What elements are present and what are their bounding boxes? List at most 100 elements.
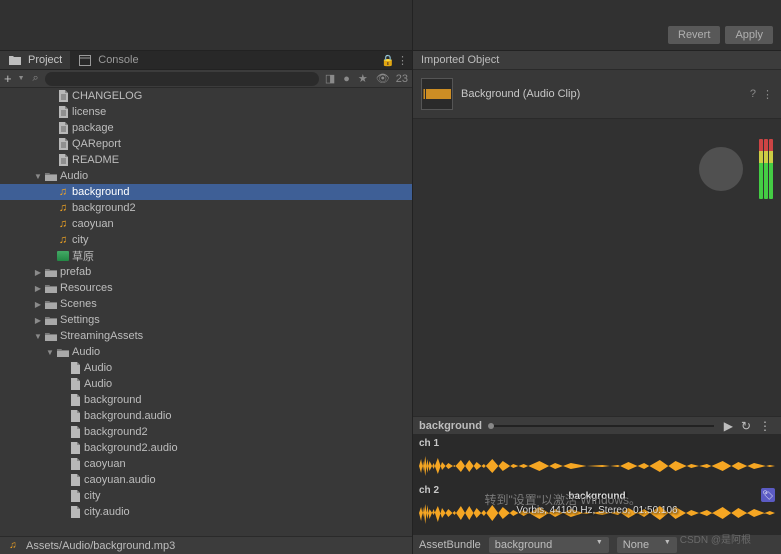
assetbundle-dropdown[interactable]: background▼ <box>489 537 609 553</box>
waveform-ch1[interactable] <box>419 451 775 481</box>
empty-panel <box>0 0 412 51</box>
path-text: Assets/Audio/background.mp3 <box>26 540 175 552</box>
revert-button[interactable]: Revert <box>668 26 720 44</box>
file-icon <box>68 425 82 439</box>
assetbundle-label: AssetBundle <box>419 539 481 551</box>
tree-item-background[interactable]: ♫background <box>0 184 412 200</box>
tree-item-qareport[interactable]: QAReport <box>0 136 412 152</box>
tree-item-label: QAReport <box>72 138 121 150</box>
tree-item-caoyuan[interactable]: ♫caoyuan <box>0 216 412 232</box>
tree-item-audio[interactable]: Audio <box>0 376 412 392</box>
audio-icon: ♫ <box>56 217 70 231</box>
expand-arrow-icon[interactable]: ▼ <box>32 172 44 181</box>
expand-arrow-icon[interactable]: ▼ <box>44 348 56 357</box>
doc-icon <box>56 105 70 119</box>
tree-item-caoyuan-audio[interactable]: caoyuan.audio <box>0 472 412 488</box>
add-dropdown-icon[interactable]: ▼ <box>16 75 27 82</box>
doc-icon <box>56 137 70 151</box>
tree-item-label: Scenes <box>60 298 97 310</box>
object-thumbnail <box>421 78 453 110</box>
tree-item-city-audio[interactable]: city.audio <box>0 504 412 520</box>
file-icon <box>68 377 82 391</box>
tab-console[interactable]: Console <box>70 51 146 69</box>
tree-item-label: caoyuan <box>72 218 114 230</box>
file-icon <box>68 505 82 519</box>
tree-item-label: background <box>84 394 142 406</box>
tree-item-package[interactable]: package <box>0 120 412 136</box>
tree-item-label: city.audio <box>84 506 130 518</box>
tree-item-background2[interactable]: ♫background2 <box>0 200 412 216</box>
tree-item-caoyuan[interactable]: caoyuan <box>0 456 412 472</box>
expand-arrow-icon[interactable]: ▶ <box>32 300 44 309</box>
search-type-icon[interactable]: ◨ <box>323 72 337 85</box>
favorite-icon[interactable]: ★ <box>356 72 370 85</box>
hidden-count: 23 <box>396 73 408 85</box>
audio-icon: ♫ <box>56 201 70 215</box>
assetbundle-variant-dropdown[interactable]: None▼ <box>617 537 677 553</box>
file-icon <box>68 393 82 407</box>
tree-item-scenes[interactable]: ▶ Scenes <box>0 296 412 312</box>
folder-icon <box>44 281 58 295</box>
volume-knob[interactable] <box>699 147 743 191</box>
tree-item-city[interactable]: city <box>0 488 412 504</box>
tree-item-audio[interactable]: ▼Audio <box>0 168 412 184</box>
search-input[interactable] <box>45 72 319 86</box>
label-icon[interactable]: 🏷 <box>761 488 775 502</box>
tab-project[interactable]: Project <box>0 51 70 69</box>
expand-arrow-icon[interactable]: ▶ <box>32 268 44 277</box>
play-button[interactable]: ▶ <box>720 419 737 433</box>
tree-item-changelog[interactable]: CHANGELOG <box>0 88 412 104</box>
add-button[interactable]: + <box>4 71 12 86</box>
search-label-icon[interactable]: ● <box>341 73 352 85</box>
doc-icon <box>56 89 70 103</box>
preset-icon[interactable]: ⋮ <box>762 88 773 101</box>
tree-item--[interactable]: 草原 <box>0 248 412 264</box>
doc-icon <box>56 153 70 167</box>
wave-format-info: Vorbis, 44100 Hz, Stereo, 01:50.106 <box>516 505 677 516</box>
vu-meter <box>759 139 775 199</box>
tree-item-label: Settings <box>60 314 100 326</box>
lock-icon[interactable]: 🔒 <box>381 54 395 67</box>
folder-icon <box>44 329 58 343</box>
tree-item-label: background2 <box>72 202 136 214</box>
tree-item-resources[interactable]: ▶ Resources <box>0 280 412 296</box>
tree-item-city[interactable]: ♫city <box>0 232 412 248</box>
loop-button[interactable]: ↻ <box>737 419 755 433</box>
menu-icon[interactable]: ⋮ <box>397 54 408 67</box>
tree-item-prefab[interactable]: ▶prefab <box>0 264 412 280</box>
tree-item-background2[interactable]: background2 <box>0 424 412 440</box>
tree-item-background2-audio[interactable]: background2.audio <box>0 440 412 456</box>
tree-item-label: background2 <box>84 426 148 438</box>
tree-item-license[interactable]: license <box>0 104 412 120</box>
help-icon[interactable]: ? <box>750 88 756 101</box>
tree-item-streamingassets[interactable]: ▼StreamingAssets <box>0 328 412 344</box>
tab-console-label: Console <box>98 54 138 66</box>
expand-arrow-icon[interactable]: ▶ <box>32 284 44 293</box>
tree-item-label: city <box>84 490 101 502</box>
play-scrubber[interactable] <box>488 425 714 427</box>
audio-icon: ♫ <box>6 539 20 553</box>
tree-item-label: caoyuan.audio <box>84 474 156 486</box>
tree-item-label: background <box>72 186 130 198</box>
tree-item-label: CHANGELOG <box>72 90 142 102</box>
expand-arrow-icon[interactable]: ▼ <box>32 332 44 341</box>
tree-item-audio[interactable]: Audio <box>0 360 412 376</box>
tab-bar: Project Console 🔒 ⋮ <box>0 51 412 70</box>
hidden-icon[interactable]: 👁 <box>374 72 392 85</box>
tree-item-audio[interactable]: ▼Audio <box>0 344 412 360</box>
tree-item-background-audio[interactable]: background.audio <box>0 408 412 424</box>
options-icon[interactable]: ⋮ <box>755 419 775 433</box>
folder-icon <box>44 313 58 327</box>
tree-item-label: package <box>72 122 114 134</box>
apply-button[interactable]: Apply <box>725 26 773 44</box>
tree-item-readme[interactable]: README <box>0 152 412 168</box>
project-tree[interactable]: CHANGELOGlicensepackageQAReportREADME▼Au… <box>0 88 412 536</box>
file-icon <box>68 409 82 423</box>
tree-item-label: Resources <box>60 282 113 294</box>
expand-arrow-icon[interactable]: ▶ <box>32 316 44 325</box>
tree-item-background[interactable]: background <box>0 392 412 408</box>
object-name: Background (Audio Clip) <box>461 88 580 100</box>
file-icon <box>68 441 82 455</box>
tree-item-settings[interactable]: ▶ Settings <box>0 312 412 328</box>
img-icon <box>56 249 70 263</box>
